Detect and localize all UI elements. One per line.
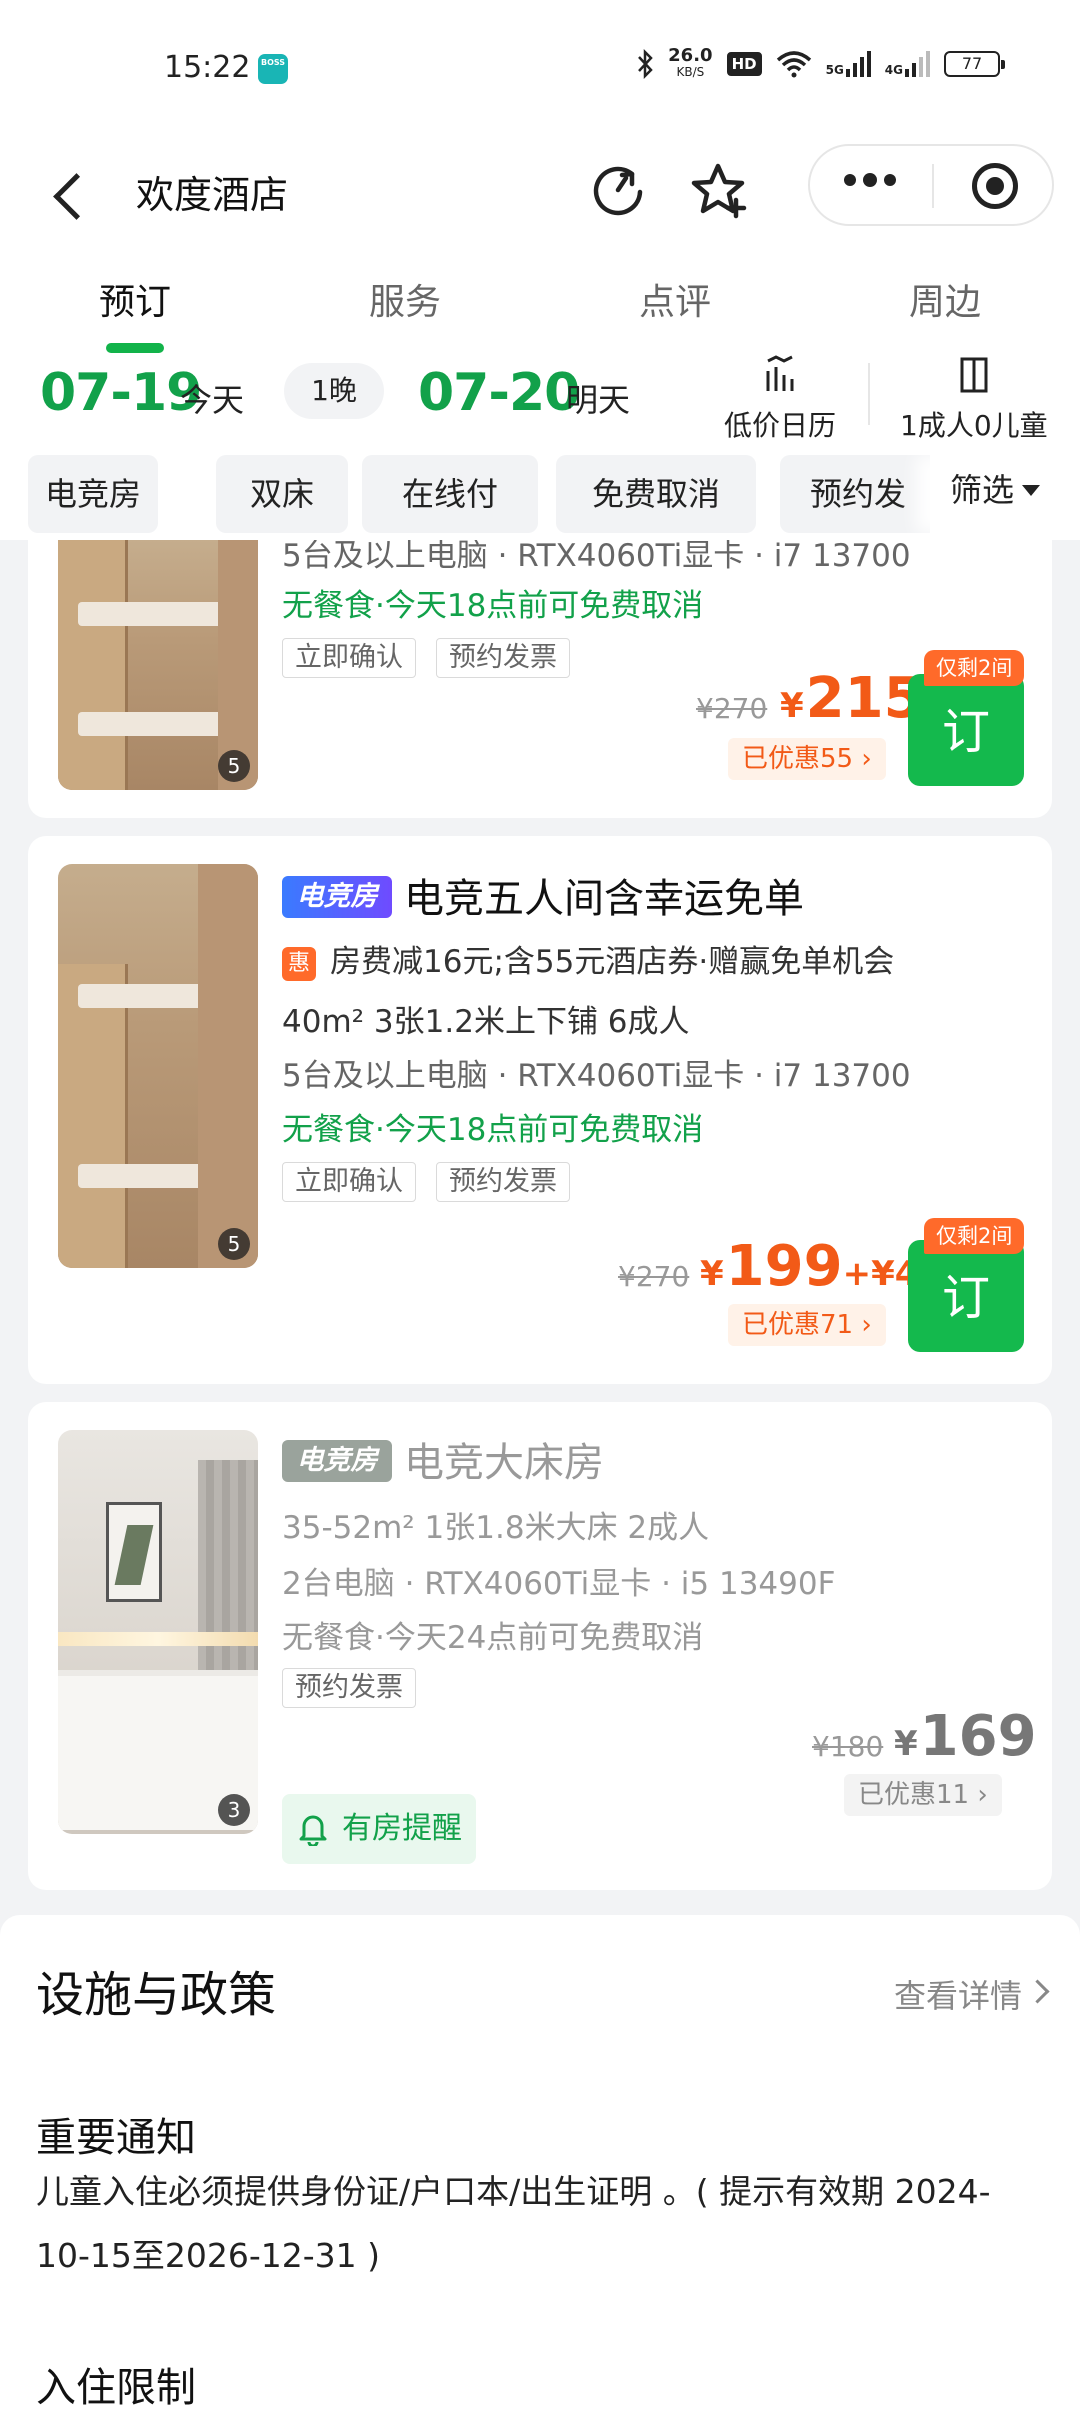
- chip-esports-room[interactable]: 电竞房: [28, 455, 158, 533]
- remaining-badge: 仅剩2间: [924, 1218, 1025, 1254]
- favorite-star-icon[interactable]: [690, 160, 750, 220]
- spec-line: 5台及以上电脑 · RTX4060Ti显卡 · i7 13700: [282, 540, 911, 574]
- discount-badge: 已优惠55 ›: [728, 738, 886, 780]
- notice-text: 儿童入住必须提供身份证/户口本/出生证明 。( 提示有效期 2024-10-15…: [36, 2172, 991, 2275]
- battery-icon: 77: [944, 51, 1005, 77]
- more-icon[interactable]: [844, 173, 896, 187]
- notice-title: 重要通知: [36, 2115, 196, 2161]
- size-beds: 35-52m² 1张1.8米大床 2成人: [282, 1510, 710, 1546]
- room-price: ¥169: [894, 1704, 1037, 1769]
- checkin-label: 今天: [180, 381, 245, 419]
- room-price: ¥199+¥42: [700, 1234, 943, 1299]
- restriction-title: 入住限制: [36, 2365, 196, 2411]
- back-icon[interactable]: [50, 170, 90, 220]
- tag-invoice: 预约发票: [282, 1668, 416, 1708]
- photo-count: 5: [218, 1228, 250, 1260]
- bluetooth-icon: [638, 49, 653, 79]
- bell-icon: [299, 1815, 327, 1846]
- status-time: 15:22: [164, 50, 251, 85]
- checkout-label: 明天: [566, 381, 631, 419]
- remaining-badge: 仅剩2间: [924, 650, 1025, 686]
- checkin-date[interactable]: 07-19: [40, 363, 202, 423]
- signal-5g-icon: [845, 51, 871, 77]
- room-photo[interactable]: 5: [58, 864, 258, 1268]
- filter-dropdown[interactable]: 筛选: [930, 455, 1080, 533]
- spec-line: 5台及以上电脑 · RTX4060Ti显卡 · i7 13700: [282, 1058, 911, 1094]
- tab-nearby[interactable]: 周边: [810, 245, 1080, 355]
- room-name: 电竞五人间含幸运免单: [404, 876, 804, 922]
- filter-chips: 电竞房 双床 在线付 免费取消 预约发 筛选: [0, 455, 1080, 540]
- section-tabs: 预订 服务 点评 周边: [0, 245, 1080, 355]
- original-price: ¥270: [618, 1260, 690, 1293]
- meal-cancel-policy: 无餐食·今天18点前可免费取消: [282, 1112, 704, 1148]
- tag-instant-confirm: 立即确认: [282, 1162, 416, 1202]
- discount-badge: 已优惠11 ›: [844, 1774, 1002, 1816]
- room-name: 电竞大床房: [404, 1440, 604, 1486]
- signal-4g-icon: [905, 51, 930, 77]
- room-card[interactable]: 5 电竞房 电竞五人间含幸运免单 惠房费减16元;含55元酒店券·赠赢免单机会 …: [28, 836, 1052, 1384]
- date-selector: 07-19 今天 1晚 07-20 明天 低价日历 1成人0儿童: [0, 355, 1080, 455]
- photo-count: 3: [218, 1794, 250, 1826]
- book-button[interactable]: 订: [908, 674, 1024, 786]
- guests-selector[interactable]: 1成人0儿童: [900, 355, 1048, 444]
- hd-icon: HD: [726, 52, 762, 76]
- chip-twin-beds[interactable]: 双床: [216, 455, 348, 533]
- calendar-price-icon: [766, 355, 794, 391]
- discount-icon: 惠: [282, 947, 316, 981]
- room-card[interactable]: 5 5台及以上电脑 · RTX4060Ti显卡 · i7 13700 无餐食·今…: [28, 540, 1052, 818]
- original-price: ¥270: [696, 692, 768, 725]
- promo-line: 惠房费减16元;含55元酒店券·赠赢免单机会: [282, 936, 894, 981]
- sig1-label: 5G: [825, 63, 844, 77]
- room-alert-button[interactable]: 有房提醒: [282, 1794, 476, 1864]
- wifi-icon: [776, 51, 811, 78]
- room-photo[interactable]: 3: [58, 1430, 258, 1834]
- chip-free-cancel[interactable]: 免费取消: [556, 455, 756, 533]
- page-title: 欢度酒店: [136, 173, 289, 217]
- status-icons: 26.0 KB/S HD 5G 4G 77: [636, 45, 1005, 80]
- miniprogram-capsule: [808, 144, 1054, 226]
- esports-room-tag: 电竞房: [282, 1440, 392, 1482]
- room-card[interactable]: 3 电竞房 电竞大床房 35-52m² 1张1.8米大床 2成人 2台电脑 · …: [28, 1402, 1052, 1890]
- net-speed: 26.0 KB/S: [668, 45, 713, 80]
- tag-invoice: 预约发票: [436, 638, 570, 678]
- refresh-icon[interactable]: [588, 160, 648, 220]
- tab-reviews[interactable]: 点评: [540, 245, 810, 355]
- section-title: 设施与政策: [36, 1967, 277, 2023]
- tag-instant-confirm: 立即确认: [282, 638, 416, 678]
- nights-badge: 1晚: [284, 363, 384, 419]
- meal-cancel-policy: 无餐食·今天18点前可免费取消: [282, 588, 704, 624]
- discount-badge: 已优惠71 ›: [728, 1304, 886, 1346]
- close-miniprogram-icon[interactable]: [972, 163, 1018, 209]
- meal-cancel-policy: 无餐食·今天24点前可免费取消: [282, 1620, 704, 1656]
- nav-header: 欢度酒店: [0, 140, 1080, 245]
- esports-room-tag: 电竞房: [282, 876, 392, 918]
- checkout-date[interactable]: 07-20: [418, 363, 580, 423]
- room-price: ¥215: [780, 666, 923, 731]
- tab-booking[interactable]: 预订: [0, 245, 270, 355]
- chip-online-pay[interactable]: 在线付: [362, 455, 538, 533]
- sig2-label: 4G: [884, 63, 903, 77]
- book-button[interactable]: 订: [908, 1240, 1024, 1352]
- door-icon: [960, 357, 988, 393]
- room-photo[interactable]: 5: [58, 540, 258, 790]
- original-price: ¥180: [812, 1730, 884, 1763]
- boss-app-icon: BOSS: [258, 54, 288, 84]
- spec-line: 2台电脑 · RTX4060Ti显卡 · i5 13490F: [282, 1566, 836, 1602]
- photo-count: 5: [218, 750, 250, 782]
- view-details-link[interactable]: 查看详情: [894, 1971, 1022, 2017]
- tag-invoice: 预约发票: [436, 1162, 570, 1202]
- size-beds: 40m² 3张1.2米上下铺 6成人: [282, 1004, 690, 1040]
- tab-service[interactable]: 服务: [270, 245, 540, 355]
- status-bar: 15:22 BOSS 26.0 KB/S HD 5G 4G 77: [0, 0, 1080, 140]
- low-price-calendar[interactable]: 低价日历: [724, 355, 836, 444]
